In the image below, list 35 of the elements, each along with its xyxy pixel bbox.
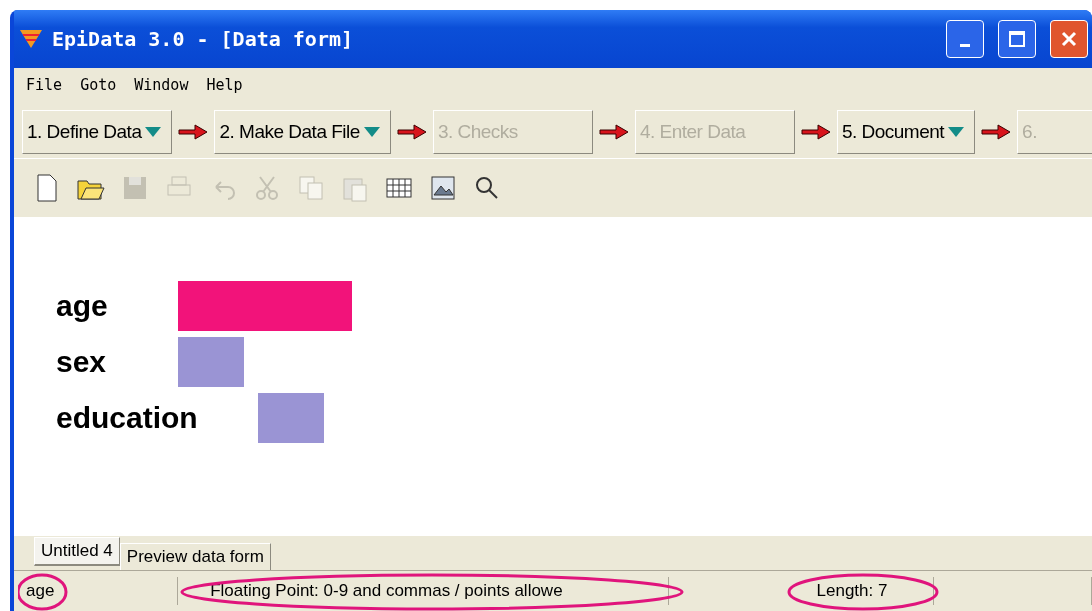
arrow-icon [396, 124, 427, 140]
status-panel: Length: 7 [808, 577, 934, 605]
workflow-button[interactable]: 2. Make Data File [214, 110, 391, 154]
status-panel: age [18, 577, 179, 605]
arrow-icon [598, 124, 629, 140]
caret-icon [145, 127, 162, 137]
arrow-icon [178, 124, 209, 140]
input-field[interactable] [178, 336, 244, 387]
app-logo-icon [20, 30, 42, 48]
maximize-icon [1008, 30, 1026, 48]
arrow-icon [800, 124, 831, 140]
menu-item[interactable]: Goto [80, 76, 117, 98]
minimize-button[interactable] [946, 20, 984, 58]
workflow-button[interactable]: 1. Define Data [22, 110, 173, 154]
caret-icon [363, 127, 380, 137]
tab[interactable]: Preview data form [119, 543, 271, 570]
arrow-icon [981, 124, 1012, 140]
image-icon[interactable] [428, 173, 458, 203]
status-panel: Floating Point: 0-9 and commas / points allowe [202, 577, 669, 605]
menu-item[interactable]: Help [206, 76, 243, 98]
menu-item[interactable]: Window [134, 76, 189, 98]
menu-item[interactable]: File [26, 76, 63, 98]
field-label: sex [56, 344, 107, 379]
minimize-icon [960, 43, 970, 47]
workflow-button[interactable]: 5. Document [836, 110, 976, 154]
close-button[interactable] [1050, 20, 1088, 58]
close-icon [1060, 30, 1078, 48]
input-field[interactable] [178, 280, 352, 331]
tab[interactable]: Untitled 4 [34, 537, 120, 566]
maximize-button[interactable] [998, 20, 1036, 58]
window-title: EpiData 3.0 - [Data form] [52, 27, 355, 51]
field-label: education [56, 400, 198, 435]
input-field[interactable] [258, 392, 324, 443]
caret-icon [948, 127, 965, 137]
field-label: age [56, 288, 108, 323]
